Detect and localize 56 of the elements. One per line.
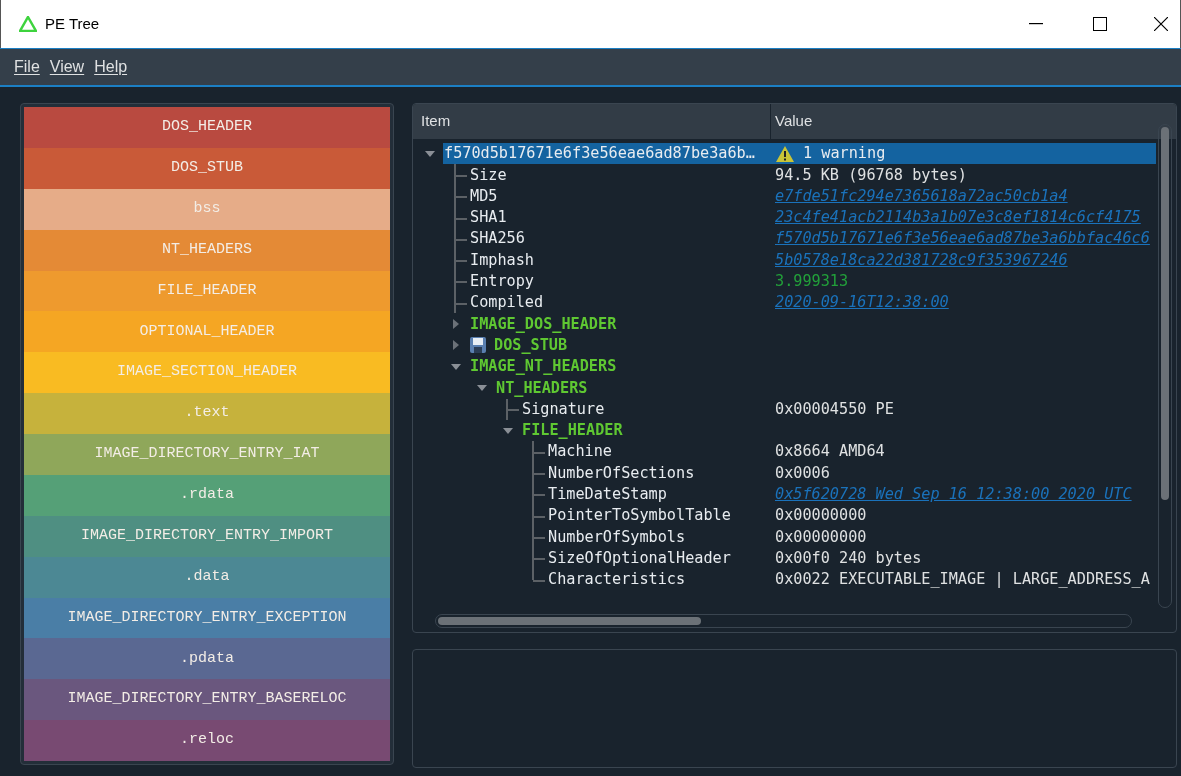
tree-item[interactable]: Compiled <box>469 292 771 314</box>
region-block[interactable]: DOS_HEADER <box>24 107 390 148</box>
tree-item[interactable]: IMAGE_NT_HEADERS <box>469 355 771 378</box>
value-text: 0x8664 AMD64 <box>775 441 885 463</box>
value-text: 0x0022 EXECUTABLE_IMAGE | LARGE_ADDRESS_A <box>775 569 1150 591</box>
maximize-icon[interactable] <box>1093 17 1107 31</box>
tree-item[interactable]: DOS_STUB <box>469 334 771 356</box>
tree-item[interactable]: Machine <box>547 441 771 463</box>
app-logo-icon <box>19 16 37 32</box>
minimize-icon[interactable] <box>1029 23 1043 25</box>
region-block[interactable]: .data <box>24 556 390 598</box>
region-block[interactable]: IMAGE_DIRECTORY_ENTRY_BASERELOC <box>24 679 390 721</box>
value-text: 0x00000000 <box>775 526 867 548</box>
value-text: 0x00004550 PE <box>775 398 894 420</box>
value-text: 0x00000000 <box>775 505 867 527</box>
tree-item[interactable]: IMAGE_DOS_HEADER <box>469 313 771 335</box>
region-block[interactable]: .reloc <box>24 720 390 761</box>
region-block[interactable]: DOS_STUB <box>24 147 390 189</box>
tree-item[interactable]: Signature <box>521 398 771 420</box>
value-text: 0x00f0 240 bytes <box>775 547 922 569</box>
value-text: 3.999313 <box>775 271 849 293</box>
column-header[interactable]: Value <box>771 104 1176 139</box>
menu-item[interactable]: Help <box>94 55 128 79</box>
warning-count: 1 warning <box>803 143 886 165</box>
tree-item[interactable]: Entropy <box>469 270 771 293</box>
tree-item[interactable]: PointerToSymbolTable <box>547 505 771 527</box>
tree-item[interactable]: FILE_HEADER <box>521 419 771 442</box>
collapse-arrow-icon[interactable] <box>477 382 487 393</box>
value-text: 0x0006 <box>775 462 830 484</box>
tree-item[interactable]: MD5 <box>469 185 771 207</box>
tree-item[interactable]: TimeDateStamp <box>547 483 771 506</box>
expand-arrow-icon[interactable] <box>451 319 461 329</box>
region-block[interactable]: .pdata <box>24 638 390 680</box>
window-title: PE Tree <box>45 13 100 34</box>
collapse-arrow-icon[interactable] <box>451 361 461 372</box>
menu-item[interactable]: File <box>14 55 40 79</box>
collapse-arrow-icon[interactable] <box>503 425 513 436</box>
collapse-arrow-icon[interactable] <box>425 148 435 159</box>
tree-item[interactable]: NT_HEADERS <box>495 377 771 399</box>
expand-arrow-icon[interactable] <box>451 340 461 351</box>
tree-item[interactable]: NumberOfSections <box>547 462 771 484</box>
tree-item[interactable]: Imphash <box>469 249 771 271</box>
value-text: 94.5 KB (96768 bytes) <box>775 164 968 186</box>
tree-item[interactable]: SHA1 <box>469 206 771 229</box>
warning-icon <box>775 144 795 163</box>
tree-item[interactable]: Characteristics <box>547 568 771 591</box>
close-icon[interactable] <box>1154 17 1168 31</box>
tree-item[interactable]: Size <box>469 164 771 186</box>
save-icon <box>470 337 486 354</box>
menu-item[interactable]: View <box>49 55 85 79</box>
tree-item[interactable]: NumberOfSymbols <box>547 526 771 548</box>
region-block[interactable]: IMAGE_DIRECTORY_ENTRY_EXCEPTION <box>24 597 390 639</box>
tree-item[interactable]: f570d5b17671e6f3e56eae6ad87be3a6b… <box>443 143 771 165</box>
column-header[interactable]: Item <box>413 104 771 139</box>
tree-item[interactable]: SizeOfOptionalHeader <box>547 547 771 569</box>
tree-item[interactable]: SHA256 <box>469 228 771 250</box>
